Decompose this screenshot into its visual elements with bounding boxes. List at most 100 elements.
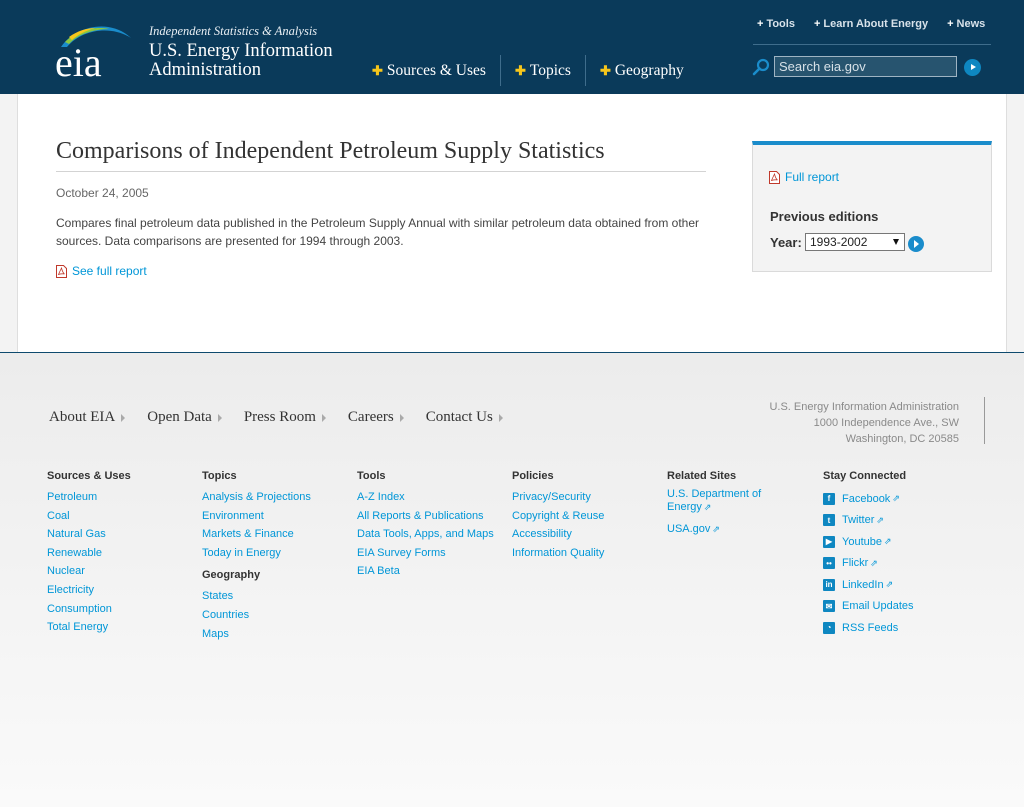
site-tagline: Independent Statistics & Analysis [149,24,318,38]
footer-link[interactable]: All Reports & Publications [357,507,494,526]
footer-link[interactable]: Petroleum [47,488,131,507]
footer-col-social: Stay Connected f Facebook ⇗ t Twitter ⇗ ▶ You… [823,470,914,639]
footer-link[interactable]: Data Tools, Apps, and Maps [357,525,494,544]
footer-link[interactable]: Accessibility [512,525,604,544]
social-flickr[interactable]: •• Flickr ⇗ [823,553,914,575]
footer-link[interactable]: Electricity [47,581,131,600]
footer-link[interactable]: Today in Energy [202,544,311,563]
external-link-icon: ⇗ [712,524,720,534]
social-rss-feeds[interactable]: ◔ RSS Feeds [823,617,914,639]
pdf-icon [769,170,780,184]
footer-nav-careers[interactable]: Careers [348,409,404,426]
publication-date: October 24, 2005 [56,186,149,200]
triangle-right-icon [321,413,326,422]
footer-nav-open-data[interactable]: Open Data [147,409,222,426]
year-go-button[interactable] [908,236,924,252]
chevron-down-icon [893,239,899,245]
plus-icon: ✚ [372,62,383,78]
footer-link[interactable]: Consumption [47,600,131,619]
nav-geography[interactable]: ✚ Geography [584,55,698,86]
rss-icon: ◔ [823,621,835,634]
plus-icon: + [947,18,954,30]
linkedin-icon: in [823,578,835,591]
external-link-icon: ⇗ [703,502,712,512]
youtube-icon: ▶ [823,535,835,548]
social-email-updates[interactable]: ✉ Email Updates [823,596,914,618]
footer-nav-contact[interactable]: Contact Us [426,409,503,426]
divider [984,397,985,444]
full-report-link[interactable]: Full report [769,170,839,184]
flickr-icon: •• [823,557,835,570]
footer-col-sources: Sources & Uses Petroleum Coal Natural Ga… [47,470,131,637]
external-link-icon: ⇗ [883,536,892,547]
nav-sources-uses[interactable]: ✚ Sources & Uses [372,55,500,86]
footer-col-related: Related Sites U.S. Department of Energy ⇗… [667,470,777,539]
page-title: Comparisons of Independent Petroleum Sup… [56,138,706,172]
search-icon [752,58,770,76]
footer-link[interactable]: Renewable [47,544,131,563]
twitter-icon: t [823,514,835,527]
footer-link-usagov[interactable]: USA.gov ⇗ [667,520,777,539]
svg-text:eia: eia [55,40,102,82]
social-twitter[interactable]: t Twitter ⇗ [823,510,914,532]
social-facebook[interactable]: f Facebook ⇗ [823,488,914,510]
external-link-icon: ⇗ [892,493,900,504]
org-name[interactable]: U.S. Energy Information Administration [149,42,349,80]
facebook-icon: f [823,492,835,505]
plus-icon: ✚ [599,62,611,78]
plus-icon: + [813,18,821,30]
social-linkedin[interactable]: in LinkedIn ⇗ [823,574,914,596]
footer-link[interactable]: Environment [202,507,311,526]
footer-nav-press-room[interactable]: Press Room [244,409,326,426]
footer-link-doe[interactable]: U.S. Department of Energy ⇗ [667,488,777,514]
external-link-icon: ⇗ [876,514,884,525]
footer-link[interactable]: Information Quality [512,544,604,563]
article-description: Compares final petroleum data published … [56,216,700,248]
footer-col-tools: Tools A-Z Index All Reports & Publicatio… [357,470,494,581]
footer-link[interactable]: Privacy/Security [512,488,604,507]
divider [753,44,991,45]
plus-icon: + [757,18,764,30]
triangle-right-icon [121,413,126,422]
main-content: Comparisons of Independent Petroleum Sup… [17,94,1007,352]
footer-link[interactable]: EIA Survey Forms [357,544,494,563]
footer-link[interactable]: Copyright & Reuse [512,507,604,526]
footer-link[interactable]: Analysis & Projections [202,488,311,507]
nav-topics[interactable]: ✚ Topics [499,55,585,86]
social-youtube[interactable]: ▶ Youtube ⇗ [823,531,914,553]
footer-link[interactable]: Natural Gas [47,525,131,544]
footer-link[interactable]: Countries [202,606,311,625]
see-full-report-link[interactable]: See full report [56,264,147,278]
main-nav: ✚ Sources & Uses ✚ Topics ✚ Geography [372,55,698,86]
footer-nav-about[interactable]: About EIA [49,409,126,426]
email-icon: ✉ [823,600,835,613]
site-header: eia Independent Statistics & Analysis U.… [0,0,1024,94]
previous-editions-heading: Previous editions [770,209,879,224]
util-news[interactable]: + News [947,18,985,30]
search-submit-button[interactable] [964,59,981,76]
year-label: Year: [770,235,802,250]
site-footer: About EIA Open Data Press Room Careers C… [0,352,1024,807]
eia-logo[interactable]: eia [55,20,135,82]
footer-link[interactable]: Maps [202,625,311,644]
external-link-icon: ⇗ [870,557,878,568]
search-input[interactable] [774,56,957,77]
utility-nav: + Tools + Learn About Energy + News [757,18,985,30]
util-learn-about-energy[interactable]: + Learn About Energy [814,18,928,30]
footer-link[interactable]: Nuclear [47,562,131,581]
year-select[interactable]: 1993-2002 [805,233,905,251]
triangle-right-icon [217,413,222,422]
footer-col-policies: Policies Privacy/Security Copyright & Re… [512,470,604,562]
footer-link[interactable]: Coal [47,507,131,526]
footer-nav: About EIA Open Data Press Room Careers C… [49,409,525,426]
util-tools[interactable]: + Tools [757,18,795,30]
footer-link[interactable]: EIA Beta [357,562,494,581]
triangle-right-icon [399,413,404,422]
footer-col-topics: Topics Analysis & Projections Environmen… [202,470,311,643]
footer-link[interactable]: A-Z Index [357,488,494,507]
external-link-icon: ⇗ [885,579,894,590]
footer-link[interactable]: States [202,587,311,606]
footer-link[interactable]: Markets & Finance [202,525,311,544]
footer-link[interactable]: Total Energy [47,618,131,637]
triangle-right-icon [498,413,503,422]
